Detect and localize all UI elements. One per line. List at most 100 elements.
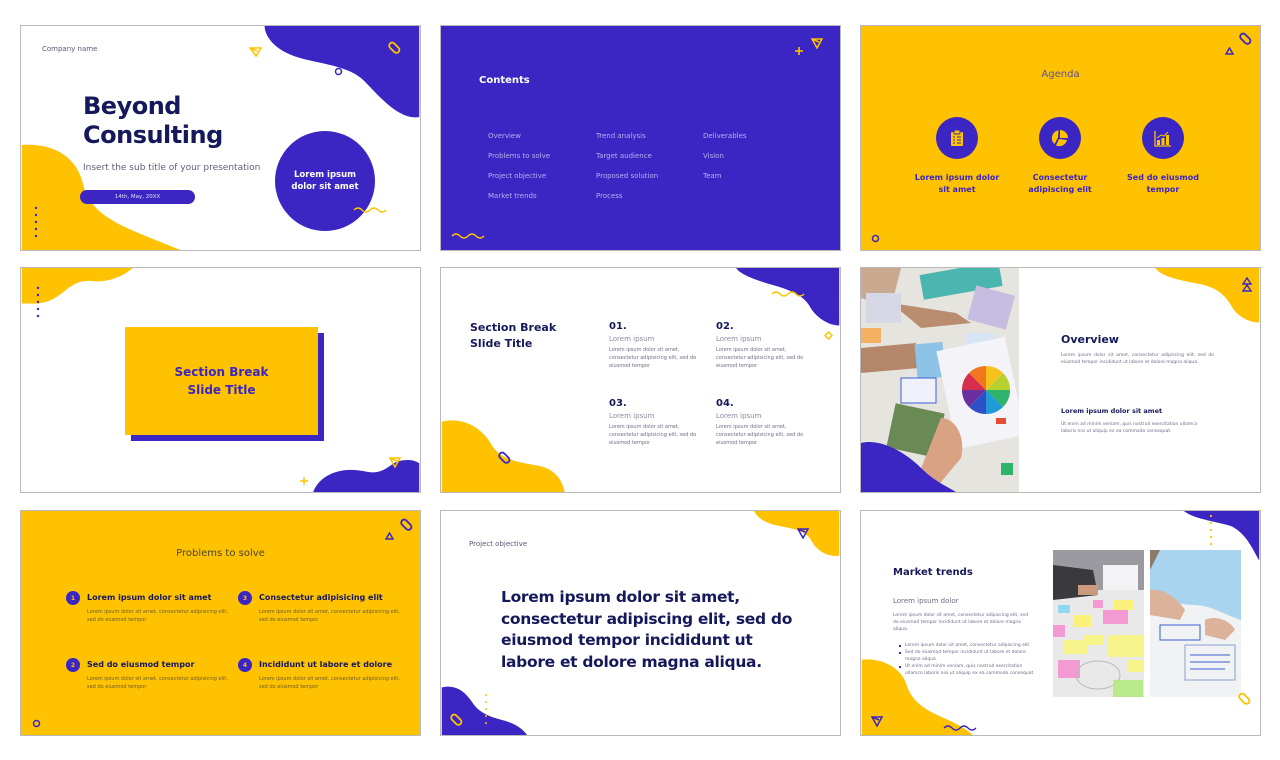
contents-item[interactable]: Target audience [596,146,658,166]
number-badge: 2 [66,658,80,672]
title-line-1: Beyond [83,92,181,120]
slide-thumbnail-6[interactable]: Overview Lorem ipsum dolor sit amet, con… [860,267,1261,493]
point-body: Lorem ipsum dolor sit amet, consectetur … [87,609,228,623]
slide-label: Project objective [469,540,528,548]
overview-subtitle: Lorem ipsum dolor sit amet [1061,407,1163,415]
cell-body: Lorem ipsum dolor sit amet, consectetur … [609,424,697,446]
objective-quote: Lorem ipsum dolor sit amet, consectetur … [501,588,793,671]
number-badge: 3 [238,591,252,605]
subtitle: Insert the sub title of your presentatio… [83,163,261,173]
number-badge: 4 [238,658,252,672]
market-trends-body: Lorem ipsum dolor sit amet, consectetur … [893,613,1028,632]
diamond-icon [824,331,833,340]
agenda-label-line: sit amet [938,185,976,194]
cell-number: 01. [609,321,627,332]
slide-thumbnail-4[interactable]: Section Break Slide Title [20,267,421,493]
link-icon [450,713,463,726]
slide-thumbnail-7[interactable]: Problems to solve 1 Lorem ipsum dolor si… [20,510,421,736]
ring-icon [32,719,41,728]
point-body: Lorem ipsum dolor sit amet, consectetur … [259,676,400,690]
presentation-title: Beyond Consulting [83,92,223,150]
contents-item[interactable]: Problems to solve [488,146,550,166]
cell-title: Lorem ipsum [716,412,762,420]
contents-item[interactable]: Deliverables [703,126,747,146]
paper-plane-icon [811,38,823,49]
slide-thumbnail-5[interactable]: Section Break Slide Title 01. Lorem ipsum… [440,267,841,493]
bullet-list: Lorem ipsum dolor sit amet, consectetur … [899,642,1036,677]
plus-icon [795,47,803,55]
squiggle-icon [353,207,387,213]
agenda-item-label: Sed do eiusmod tempor [1108,172,1218,196]
slide-thumbnail-3[interactable]: Agenda Lorem ipsum dolor sit amet Consect… [860,25,1261,251]
numbered-cell: 04. Lorem ipsum Lorem ipsum dolor sit am… [716,398,811,447]
slide-thumbnail-1[interactable]: Company name Beyond Consulting Insert th… [20,25,421,251]
designers-color-wheel-photo [861,268,1019,492]
agenda-item: Sed do eiusmod tempor [1108,117,1218,196]
dots-icon [34,206,38,238]
cell-title: Lorem ipsum [609,412,655,420]
agenda-item: Consectetur adipiscing elit [1005,117,1115,196]
bullet-item: Sed do eiusmod tempor incididunt ut labo… [899,649,1036,663]
market-trends-title: Market trends [893,567,973,578]
contents-item[interactable]: Market trends [488,186,550,206]
contents-item[interactable]: Trend analysis [596,126,658,146]
agenda-item-label: Lorem ipsum dolor sit amet [902,172,1012,196]
agenda-heading: Agenda [1041,69,1080,80]
problem-point: 1 Lorem ipsum dolor sit amet Lorem ipsum… [66,591,236,624]
company-name: Company name [42,45,98,53]
agenda-icon-circle [1039,117,1081,159]
contents-column-3: Deliverables Vision Team [703,126,747,186]
color-wheel [961,365,1011,415]
numbered-cell: 03. Lorem ipsum Lorem ipsum dolor sit am… [609,398,704,447]
section-title-line-1: Section Break [470,321,557,334]
problem-point: 4 Incididunt ut labore et dolore Lorem i… [238,658,408,691]
section-title: Section Break Slide Title [470,320,556,352]
contents-item[interactable]: Process [596,186,658,206]
point-body: Lorem ipsum dolor sit amet, consectetur … [259,609,400,623]
contents-item[interactable]: Overview [488,126,550,146]
slide-thumbnail-2[interactable]: Contents Overview Problems to solve Proj… [440,25,841,251]
cell-title: Lorem ipsum [609,335,655,343]
problems-heading: Problems to solve [176,548,265,559]
market-trends-subtitle: Lorem ipsum dolor [893,597,959,605]
squiggle-icon [451,233,485,239]
agenda-item: Lorem ipsum dolor sit amet [902,117,1012,196]
triangle-icon [385,532,394,540]
point-title: Sed do eiusmod tempor [87,660,195,669]
cell-body: Lorem ipsum dolor sit amet, consectetur … [716,424,804,446]
slide-thumbnail-8[interactable]: Project objective Lorem ipsum dolor sit … [440,510,841,736]
link-icon [400,518,413,531]
problem-point: 2 Sed do eiusmod tempor Lorem ipsum dolo… [66,658,236,691]
cell-number: 04. [716,398,734,409]
contents-item[interactable]: Project objective [488,166,550,186]
cell-body: Lorem ipsum dolor sit amet, consectetur … [609,347,697,369]
contents-item[interactable]: Team [703,166,747,186]
clipboard-checklist-icon [951,129,963,146]
title-line-2: Consulting [83,121,223,149]
section-title-line-1: Section Break [174,365,269,379]
section-title-line-2: Slide Title [470,337,533,350]
dots-icon [485,694,487,724]
contents-item[interactable]: Vision [703,146,747,166]
wireframe-sketching-photo [1150,550,1241,697]
ring-icon [871,234,880,243]
contents-item[interactable]: Proposed solution [596,166,658,186]
squiggle-icon [771,291,805,297]
paper-plane-icon [797,528,809,539]
paper-plane-icon [249,47,263,58]
bar-chart-growth-icon [1154,130,1171,147]
circle-text-line-2: dolor sit amet [291,182,359,192]
agenda-icon-circle [936,117,978,159]
number-badge: 1 [66,591,80,605]
slide-thumbnail-9[interactable]: Market trends Lorem ipsum dolor Lorem ip… [860,510,1261,736]
pie-chart-icon [1051,130,1068,147]
agenda-item-label: Consectetur adipiscing elit [1005,172,1115,196]
cell-number: 03. [609,398,627,409]
dots-icon [36,286,40,318]
problem-point: 3 Consectetur adipisicing elit Lorem ips… [238,591,408,624]
numbered-cell: 02. Lorem ipsum Lorem ipsum dolor sit am… [716,321,811,370]
link-icon [1239,32,1252,45]
agenda-label-line: tempor [1146,185,1180,194]
double-triangle-icon [1242,277,1252,292]
plus-icon [300,477,308,485]
